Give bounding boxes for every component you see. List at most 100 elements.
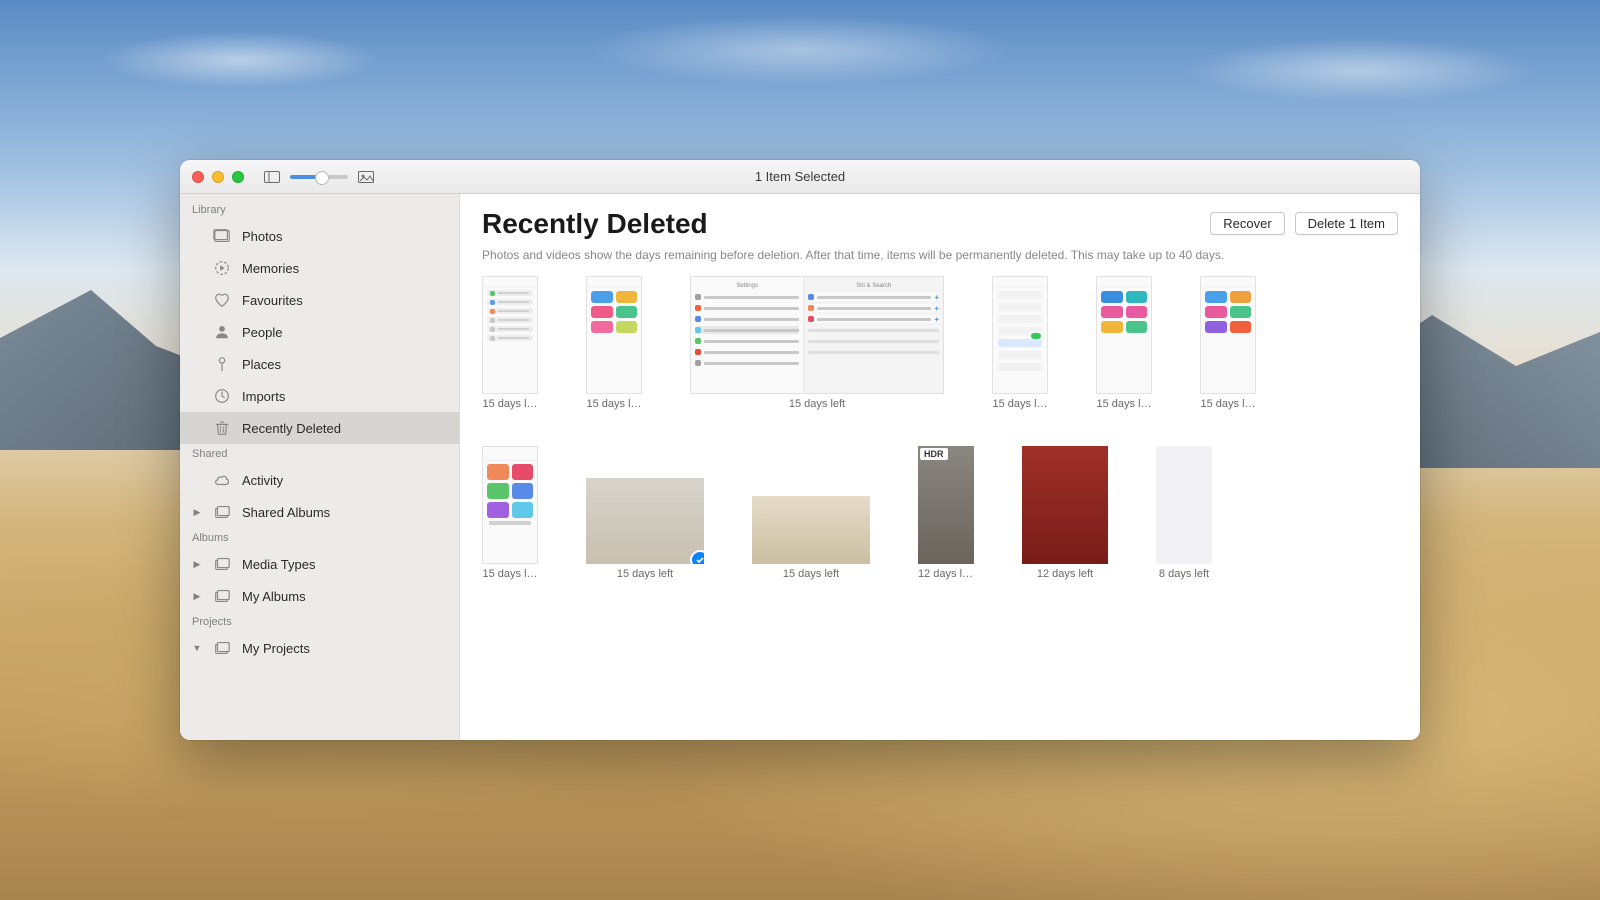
thumbnail-item[interactable]: SettingsSiri & Search+++ 15 days left xyxy=(690,276,944,410)
sidebar-item-media-types[interactable]: ▶ Media Types xyxy=(180,548,459,580)
cloud-icon xyxy=(212,470,232,490)
stack-icon xyxy=(212,586,232,606)
sidebar-item-my-albums[interactable]: ▶ My Albums xyxy=(180,580,459,612)
sidebar-item-label: Favourites xyxy=(242,293,303,308)
sidebar-item-label: Memories xyxy=(242,261,299,276)
titlebar: 1 Item Selected xyxy=(180,160,1420,194)
thumbnail-image[interactable] xyxy=(482,446,538,564)
sidebar-item-recently-deleted[interactable]: ▶Recently Deleted xyxy=(180,412,459,444)
disclosure-right-icon[interactable]: ▶ xyxy=(192,559,202,570)
thumbnail-size-icon[interactable] xyxy=(358,170,374,184)
delete-button[interactable]: Delete 1 Item xyxy=(1295,212,1398,235)
sidebar-section-header: Shared xyxy=(180,444,459,464)
thumbnail-image[interactable] xyxy=(992,276,1048,394)
thumbnail-item[interactable]: 15 days left xyxy=(752,496,870,580)
sidebar: Library▶Photos▶Memories▶Favourites▶Peopl… xyxy=(180,194,460,740)
sidebar-item-label: Activity xyxy=(242,473,283,488)
sidebar-item-label: Recently Deleted xyxy=(242,421,341,436)
thumbnail-item[interactable]: HDR 12 days left xyxy=(918,446,974,580)
thumbnail-item[interactable]: 15 days l… xyxy=(482,276,538,410)
zoom-window-button[interactable] xyxy=(232,171,244,183)
thumbnail-item[interactable]: 15 days l… xyxy=(1200,276,1256,410)
stack-icon xyxy=(212,502,232,522)
thumbnail-item[interactable]: 15 days l… xyxy=(992,276,1048,410)
window-title: 1 Item Selected xyxy=(755,169,845,184)
sidebar-item-places[interactable]: ▶Places xyxy=(180,348,459,380)
content-area: Recently Deleted Recover Delete 1 Item P… xyxy=(460,194,1420,740)
sidebar-section-header: Projects xyxy=(180,612,459,632)
heart-icon xyxy=(212,290,232,310)
thumbnail-image[interactable] xyxy=(586,276,642,394)
days-left-label: 15 days l… xyxy=(586,398,642,410)
thumbnail-item[interactable]: 12 days left xyxy=(1022,446,1108,580)
thumbnail-image[interactable] xyxy=(1156,446,1212,564)
thumbnail-image[interactable] xyxy=(1022,446,1108,564)
sidebar-item-label: Photos xyxy=(242,229,282,244)
recover-button[interactable]: Recover xyxy=(1210,212,1284,235)
trash-icon xyxy=(212,418,232,438)
days-left-label: 15 days left xyxy=(690,398,944,410)
thumbnail-grid: 15 days l… 15 days l… SettingsSiri & Searc… xyxy=(482,276,1398,580)
sidebar-item-label: Imports xyxy=(242,389,285,404)
thumbnail-item[interactable]: 8 days left xyxy=(1156,446,1212,580)
thumbnail-image[interactable]: HDR xyxy=(918,446,974,564)
days-left-label: 15 days l… xyxy=(1200,398,1256,410)
thumbnail-image[interactable] xyxy=(482,276,538,394)
sidebar-item-label: Shared Albums xyxy=(242,505,330,520)
sidebar-item-activity[interactable]: ▶Activity xyxy=(180,464,459,496)
memories-icon xyxy=(212,258,232,278)
thumbnail-image[interactable]: SettingsSiri & Search+++ xyxy=(690,276,944,394)
sidebar-item-label: Media Types xyxy=(242,557,315,572)
sidebar-item-label: People xyxy=(242,325,282,340)
days-left-label: 8 days left xyxy=(1156,568,1212,580)
thumbnail-item[interactable]: 15 days l… xyxy=(482,446,538,580)
thumbnail-item[interactable]: 15 days l… xyxy=(1096,276,1152,410)
thumbnail-item[interactable]: 15 days l… xyxy=(586,276,642,410)
days-left-label: 15 days l… xyxy=(482,398,538,410)
sidebar-item-imports[interactable]: ▶Imports xyxy=(180,380,459,412)
days-left-label: 15 days left xyxy=(752,568,870,580)
zoom-slider[interactable] xyxy=(290,175,348,179)
sidebar-section-header: Library xyxy=(180,200,459,220)
photos-icon xyxy=(212,226,232,246)
person-icon xyxy=(212,322,232,342)
days-left-label: 15 days left xyxy=(586,568,704,580)
sidebar-item-memories[interactable]: ▶Memories xyxy=(180,252,459,284)
days-left-label: 12 days left xyxy=(918,568,974,580)
clock-icon xyxy=(212,386,232,406)
sidebar-item-favourites[interactable]: ▶Favourites xyxy=(180,284,459,316)
toolbar-tools xyxy=(264,170,374,184)
sidebar-section-header: Albums xyxy=(180,528,459,548)
thumbnail-image[interactable] xyxy=(1200,276,1256,394)
page-title: Recently Deleted xyxy=(482,208,708,240)
thumbnail-image[interactable] xyxy=(586,478,704,564)
stack-icon xyxy=(212,554,232,574)
days-left-label: 15 days l… xyxy=(482,568,538,580)
disclosure-down-icon[interactable]: ▼ xyxy=(192,643,202,653)
days-left-label: 12 days left xyxy=(1022,568,1108,580)
sidebar-toggle-icon[interactable] xyxy=(264,170,280,184)
pin-icon xyxy=(212,354,232,374)
days-left-label: 15 days l… xyxy=(992,398,1048,410)
sidebar-item-photos[interactable]: ▶Photos xyxy=(180,220,459,252)
selected-check-icon xyxy=(690,550,704,564)
stack-icon xyxy=(212,638,232,658)
sidebar-item-label: Places xyxy=(242,357,281,372)
disclosure-right-icon[interactable]: ▶ xyxy=(192,591,202,602)
hdr-badge: HDR xyxy=(920,448,948,460)
sidebar-item-label: My Albums xyxy=(242,589,306,604)
thumbnail-image[interactable] xyxy=(752,496,870,564)
minimize-window-button[interactable] xyxy=(212,171,224,183)
sidebar-item-shared-albums[interactable]: ▶ Shared Albums xyxy=(180,496,459,528)
sidebar-item-people[interactable]: ▶People xyxy=(180,316,459,348)
thumbnail-item[interactable]: 15 days left xyxy=(586,478,704,580)
app-window: 1 Item Selected Library▶Photos▶Memories▶… xyxy=(180,160,1420,740)
close-window-button[interactable] xyxy=(192,171,204,183)
thumbnail-image[interactable] xyxy=(1096,276,1152,394)
page-subtitle: Photos and videos show the days remainin… xyxy=(482,248,1398,262)
disclosure-right-icon[interactable]: ▶ xyxy=(192,507,202,518)
sidebar-item-label: My Projects xyxy=(242,641,310,656)
sidebar-item-my-projects[interactable]: ▼ My Projects xyxy=(180,632,459,664)
days-left-label: 15 days l… xyxy=(1096,398,1152,410)
window-controls xyxy=(192,171,244,183)
